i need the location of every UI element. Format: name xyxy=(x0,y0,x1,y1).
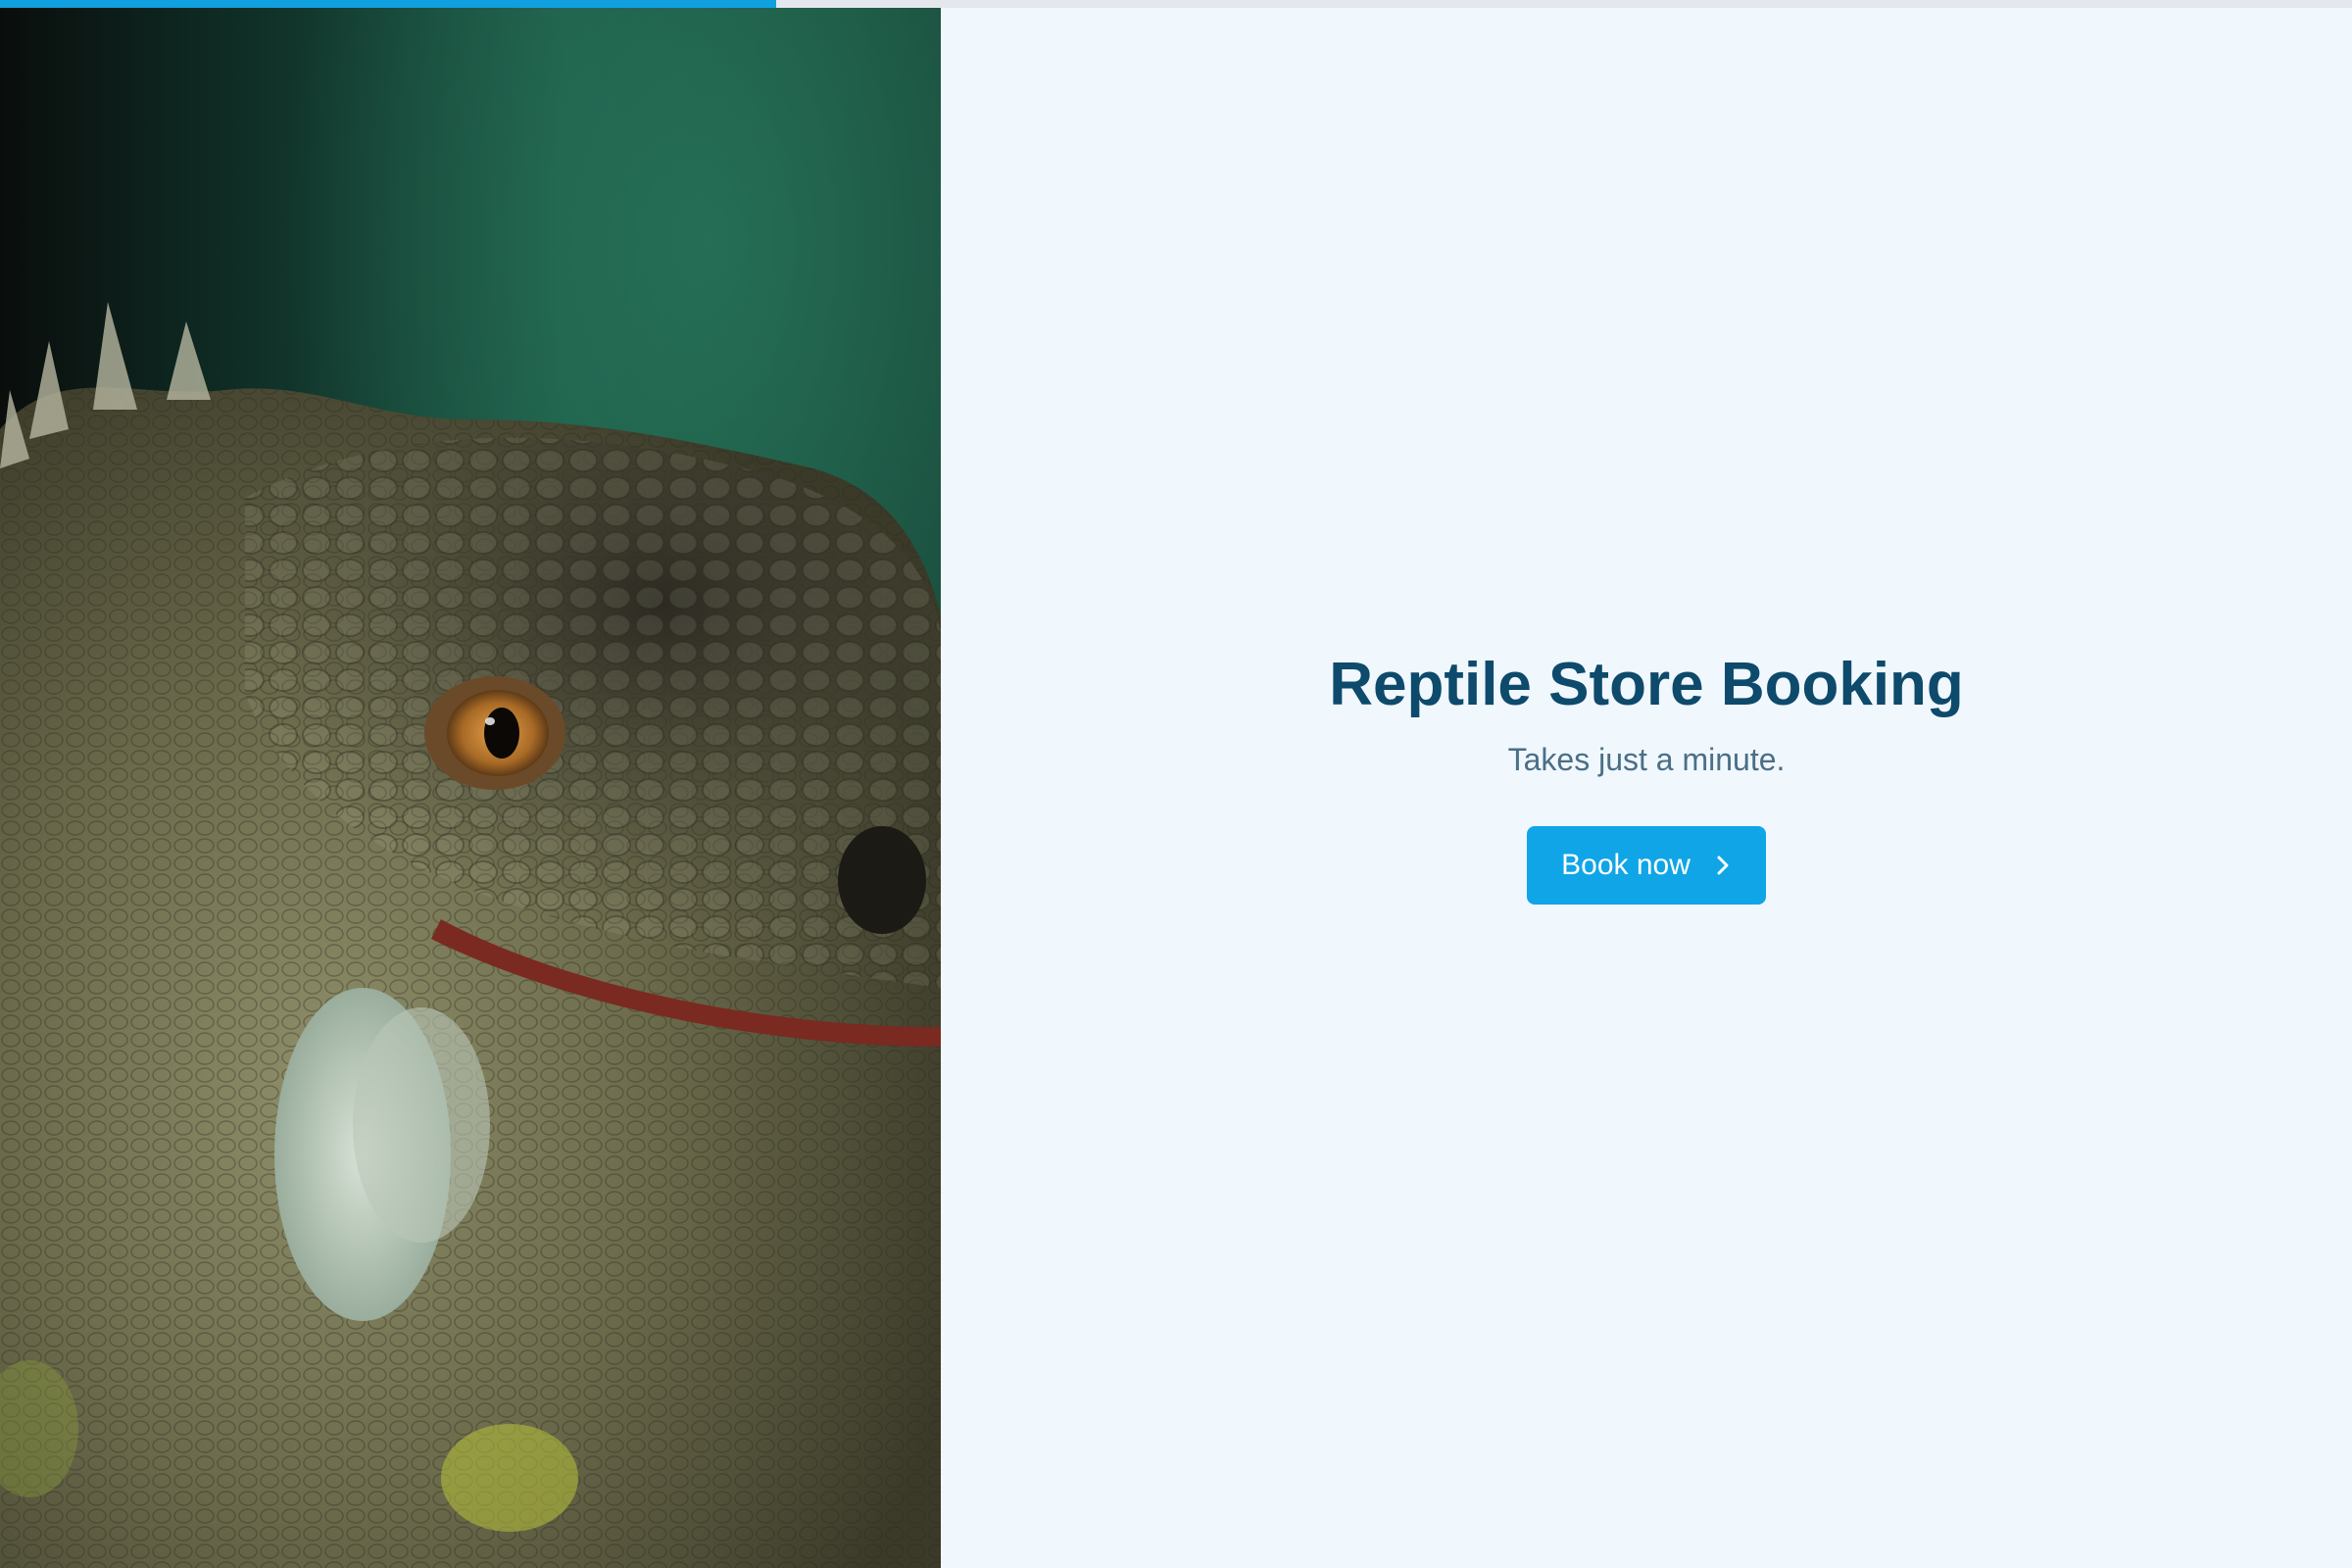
content-panel: Reptile Store Booking Takes just a minut… xyxy=(941,8,2352,1568)
progress-bar xyxy=(0,0,2352,8)
book-now-button[interactable]: Book now xyxy=(1527,826,1766,905)
hero-image xyxy=(0,8,941,1568)
progress-bar-fill xyxy=(0,0,776,8)
iguana-photo xyxy=(0,8,941,1568)
page-title: Reptile Store Booking xyxy=(1329,651,1964,718)
chevron-right-icon xyxy=(1717,856,1729,875)
subtitle: Takes just a minute. xyxy=(1507,742,1786,777)
book-now-label: Book now xyxy=(1561,849,1690,881)
booking-intro: Reptile Store Booking Takes just a minut… xyxy=(941,650,2352,905)
